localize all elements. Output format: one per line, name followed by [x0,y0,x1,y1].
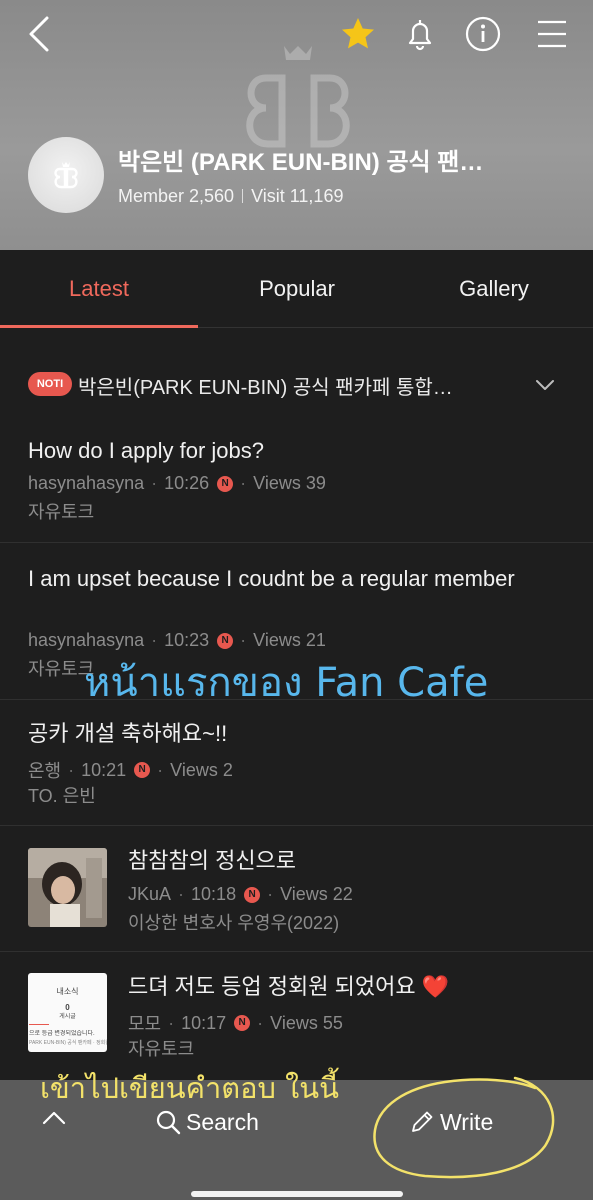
post-board: 자유토크 [128,1039,195,1059]
menu-icon[interactable] [530,12,574,56]
post-time: 10:17 [181,1012,227,1033]
post-title[interactable]: 공카 개설 축하해요~!! [28,719,568,749]
home-indicator [191,1191,403,1197]
post-thumbnail[interactable]: 내소식 0 게시글 으로 등급 변경되었습니다. PARK EUN-BIN) 공… [28,973,107,1052]
cafe-title: 박은빈 (PARK EUN-BIN) 공식 팬… [118,149,484,176]
top-toolbar [0,12,593,56]
new-badge: N [234,1015,251,1031]
cafe-logo-icon [54,162,78,189]
cafe-header: 박은빈 (PARK EUN-BIN) 공식 팬… Member 2,560 Vis… [0,0,593,250]
thumb-divider [29,1024,49,1025]
post-views: Views 2 [170,759,233,780]
thumb-text-3: 게시글 [59,1014,76,1020]
new-badge: N [134,762,151,778]
post-author: 모모 [128,1014,162,1034]
post-board: 이상한 변호사 우영우(2022) [128,913,340,933]
annotation-circle [373,1076,555,1179]
thumb-text-4: 으로 등급 변경되었습니다. [29,1031,95,1037]
post-item[interactable]: 공카 개설 축하해요~!! 온행 · 10:21 N · Views 2 TO. 은빈 [0,700,593,826]
tab-popular[interactable]: Popular [198,250,396,328]
post-item[interactable]: How do I apply for jobs? hasynahasyna · 10… [0,420,593,543]
post-title[interactable]: I am upset because I coudnt be a regular… [28,564,528,594]
tab-bar: Latest Popular Gallery [0,250,593,328]
new-badge: N [217,475,234,492]
post-title[interactable]: 드뎌 저도 등업 정회원 되었어요 ❤️ [128,972,568,1002]
active-tab-indicator [0,325,198,328]
post-author: hasynahasyna [28,473,145,493]
back-icon[interactable] [18,12,62,56]
post-title[interactable]: How do I apply for jobs? [28,436,568,466]
post-time: 10:23 [164,630,210,650]
post-author: 온행 [28,761,62,781]
annotation-caption: เข้าไปเขียนคำตอบ ในนี้ [40,1071,339,1105]
post-meta: 온행 · 10:21 N · Views 2 [28,757,233,783]
post-time: 10:21 [81,759,127,780]
post-thumbnail[interactable] [28,848,107,927]
thumb-text-2: 0 [65,1003,70,1012]
post-meta: hasynahasyna · 10:26 N · Views 39 [28,473,326,493]
post-views: Views 39 [253,473,326,493]
notice-text[interactable]: 박은빈(PARK EUN-BIN) 공식 팬카페 통합… [78,371,498,400]
search-label: Search [186,1108,259,1135]
tab-gallery[interactable]: Gallery [395,250,593,328]
post-meta: JKuA · 10:18 N · Views 22 [128,884,353,904]
post-author: hasynahasyna [28,630,145,650]
post-meta: hasynahasyna · 10:23 N · Views 21 [28,630,326,650]
tab-latest[interactable]: Latest [0,250,198,328]
thumb-text-5: PARK EUN-BIN) 공식 팬카페 · 정회원 [29,1040,107,1046]
post-board: TO. 은빈 [28,786,96,806]
post-time: 10:18 [191,884,237,904]
post-item[interactable]: 참참참의 정신으로 JKuA · 10:18 N · Views 22 이상한 변호사 우… [0,826,593,952]
search-icon [156,1110,181,1135]
cafe-stats: Member 2,560 Visit 11,169 [118,186,343,207]
post-views: Views 22 [280,884,353,904]
member-count: Member 2,560 [118,186,235,206]
new-badge: N [217,632,234,649]
notice-row[interactable]: NOTI 박은빈(PARK EUN-BIN) 공식 팬카페 통합… [0,350,593,420]
post-title[interactable]: 참참참의 정신으로 [128,846,568,876]
thumb-text-1: 내소식 [56,987,79,996]
info-icon[interactable] [461,12,505,56]
stats-divider [242,189,244,203]
post-author: JKuA [128,884,172,904]
cafe-avatar[interactable] [28,137,104,213]
star-icon[interactable] [336,12,380,56]
post-time: 10:26 [164,473,210,493]
post-views: Views 21 [253,630,326,650]
overlay-caption: หน้าแรกของ Fan Cafe [84,660,489,706]
post-board: 자유토크 [28,502,95,522]
new-badge: N [244,886,261,903]
post-views: Views 55 [270,1012,343,1033]
chevron-down-icon[interactable] [532,372,558,398]
post-item[interactable]: 내소식 0 게시글 으로 등급 변경되었습니다. PARK EUN-BIN) 공… [0,952,593,1080]
bell-icon[interactable] [398,12,442,56]
visit-count: Visit 11,169 [251,186,344,206]
post-meta: 모모 · 10:17 N · Views 55 [128,1010,343,1036]
noti-badge: NOTI [28,372,72,396]
